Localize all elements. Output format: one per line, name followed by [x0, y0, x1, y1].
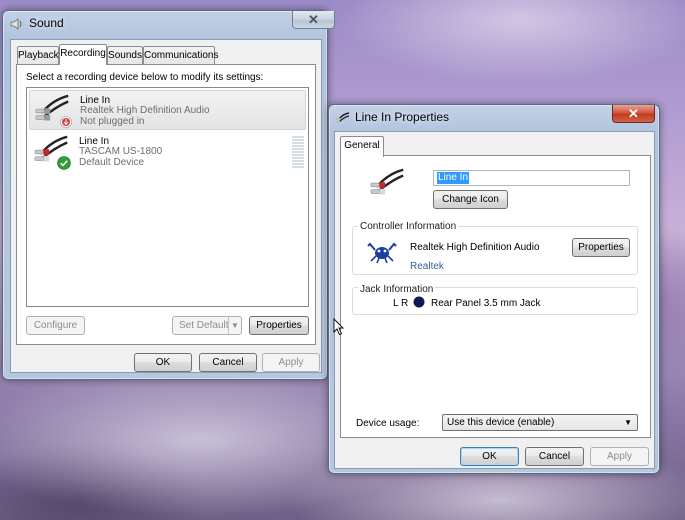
controller-vendor-link[interactable]: Realtek	[410, 261, 444, 272]
list-item[interactable]: Line In TASCAM US-1800 Default Device	[29, 132, 306, 172]
properties-title: Line In Properties	[355, 110, 450, 124]
configure-button[interactable]: Configure	[26, 316, 85, 335]
device-driver: TASCAM US-1800	[79, 146, 163, 157]
properties-button[interactable]: Properties	[249, 316, 309, 335]
green-check-icon	[57, 156, 71, 170]
jack-info-heading: Jack Information	[358, 284, 436, 295]
device-status: Default Device	[79, 157, 145, 168]
sound-dialog: Sound ✕ Playback Recording Sounds Commun…	[2, 10, 335, 380]
change-icon-button[interactable]: Change Icon	[433, 190, 508, 209]
tab-sounds[interactable]: Sounds	[107, 46, 143, 65]
tab-playback[interactable]: Playback	[17, 46, 59, 65]
set-default-button[interactable]: Set Default ▼	[172, 316, 242, 335]
cancel-button[interactable]: Cancel	[525, 447, 584, 466]
ok-button[interactable]: OK	[460, 447, 519, 466]
list-item[interactable]: Line In Realtek High Definition Audio No…	[29, 90, 306, 130]
properties-client-area: General Line In Change Icon Controller I…	[334, 131, 655, 469]
set-default-label: Set Default	[179, 320, 229, 331]
line-in-properties-dialog: Line In Properties ✕ General Line In Cha…	[328, 104, 660, 474]
controller-name: Realtek High Definition Audio	[410, 242, 540, 253]
rca-cable-small-icon	[336, 112, 350, 123]
sound-titlebar[interactable]: Sound ✕	[3, 11, 335, 37]
sound-client-area: Playback Recording Sounds Communications…	[10, 39, 322, 373]
sound-title: Sound	[29, 16, 64, 30]
jack-description: Rear Panel 3.5 mm Jack	[431, 298, 541, 309]
sound-close-button[interactable]: ✕	[292, 11, 335, 29]
realtek-crab-logo-icon	[367, 242, 397, 264]
jack-color-dot-icon	[413, 296, 425, 308]
properties-titlebar[interactable]: Line In Properties ✕	[329, 105, 659, 131]
tab-communications[interactable]: Communications	[143, 46, 218, 65]
properties-close-button[interactable]: ✕	[612, 105, 655, 123]
apply-button[interactable]: Apply	[262, 353, 320, 372]
controller-info-heading: Controller Information	[358, 221, 459, 232]
level-meter	[292, 136, 304, 169]
controller-properties-button[interactable]: Properties	[572, 238, 630, 257]
chevron-down-icon[interactable]: ▼	[228, 317, 241, 334]
jack-channels: L R	[393, 298, 409, 309]
speaker-icon	[10, 18, 22, 30]
device-usage-label: Device usage:	[356, 418, 420, 429]
apply-button[interactable]: Apply	[590, 447, 649, 466]
unplugged-down-arrow-icon	[60, 116, 72, 128]
general-panel: Line In Change Icon Controller Informati…	[340, 155, 651, 438]
device-name-value: Line In	[437, 172, 470, 184]
tab-general[interactable]: General	[340, 136, 384, 157]
recording-panel: Select a recording device below to modif…	[16, 64, 316, 345]
ok-button[interactable]: OK	[134, 353, 192, 372]
device-name-field[interactable]: Line In	[433, 170, 630, 186]
device-usage-select[interactable]: Use this device (enable) ▼	[442, 414, 638, 431]
device-list[interactable]: Line In Realtek High Definition Audio No…	[26, 87, 309, 307]
mouse-cursor-icon	[333, 318, 345, 336]
cancel-button[interactable]: Cancel	[199, 353, 257, 372]
device-usage-value: Use this device (enable)	[447, 417, 555, 428]
rca-cable-icon	[370, 168, 404, 195]
device-driver: Realtek High Definition Audio	[80, 105, 210, 116]
chevron-down-icon: ▼	[624, 418, 632, 427]
tab-recording[interactable]: Recording	[59, 44, 107, 65]
instruction-text: Select a recording device below to modif…	[26, 72, 264, 83]
device-status: Not plugged in	[80, 116, 145, 127]
